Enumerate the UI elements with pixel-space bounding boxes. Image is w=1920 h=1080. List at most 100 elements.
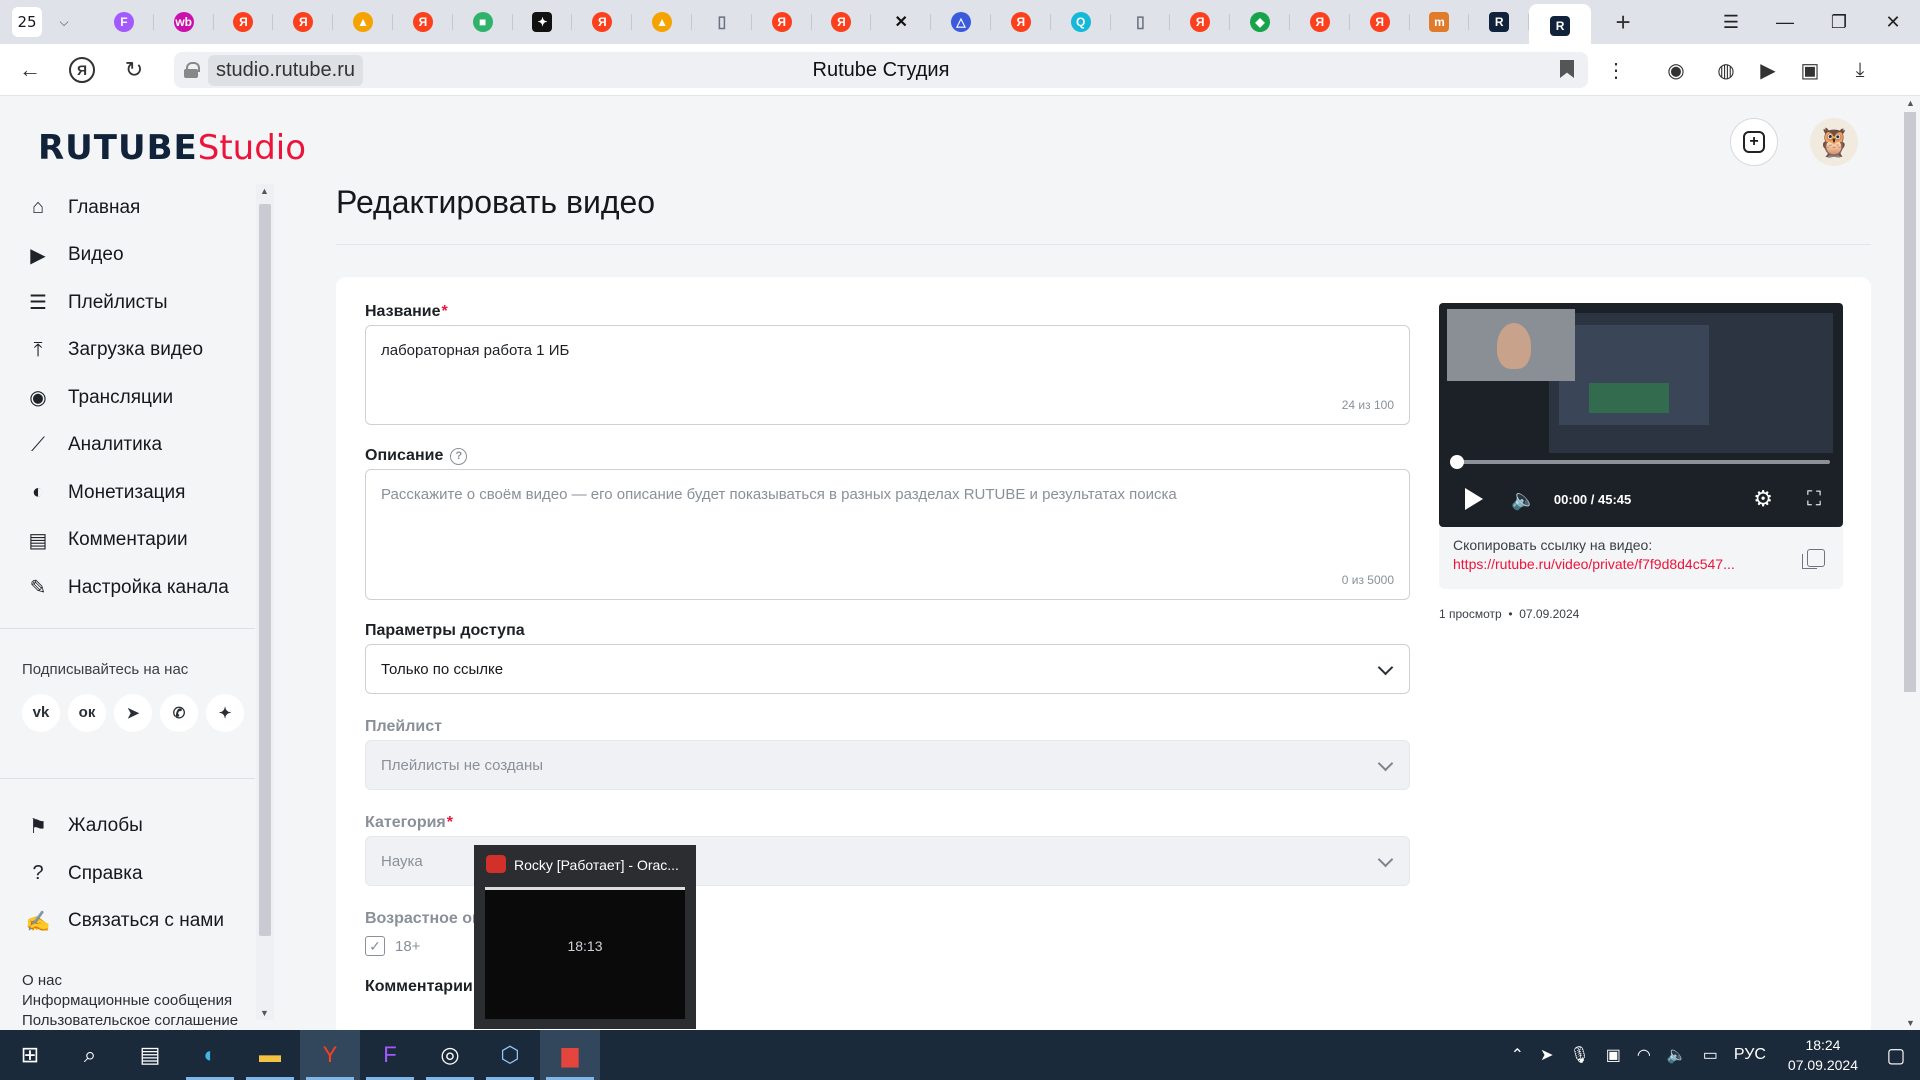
lock-icon[interactable]: [184, 62, 200, 78]
browser-tab[interactable]: ◆: [1230, 4, 1290, 40]
windows-start-icon[interactable]: ⊞: [0, 1030, 60, 1080]
scroll-down-icon[interactable]: ▼: [1906, 1018, 1915, 1028]
sidebar-item[interactable]: ◉ Трансляции: [0, 374, 256, 422]
page-scrollbar[interactable]: ▲ ▼: [1900, 96, 1920, 1030]
search-icon[interactable]: ⌕: [60, 1030, 120, 1080]
browser-tab[interactable]: ✕: [871, 4, 931, 40]
microphone-icon[interactable]: 🎙: [1569, 1045, 1589, 1065]
planet-icon[interactable]: ◍: [1706, 58, 1746, 83]
browser-tab[interactable]: wb: [154, 4, 214, 40]
virtualbox-icon[interactable]: ⬡: [480, 1030, 540, 1080]
browser-tab[interactable]: Я: [991, 4, 1051, 40]
preview-thumbnail[interactable]: 18:13: [485, 887, 685, 1019]
browser-tab[interactable]: F: [94, 4, 154, 40]
copy-icon[interactable]: [1802, 549, 1825, 569]
browser-tab[interactable]: ■: [453, 4, 513, 40]
video-link[interactable]: https://rutube.ru/video/private/f7f9d8d4…: [1453, 556, 1787, 572]
page-scrollbar-thumb[interactable]: [1904, 112, 1916, 692]
description-placeholder[interactable]: Расскажите о своём видео — его описание …: [381, 486, 1177, 503]
yandex-button[interactable]: Я: [60, 50, 104, 90]
maximize-button[interactable]: ❐: [1812, 12, 1866, 33]
footer-link[interactable]: Информационные сообщения: [22, 991, 256, 1011]
play-icon[interactable]: [1465, 488, 1483, 510]
language-indicator[interactable]: РУС: [1734, 1046, 1766, 1064]
browser-tab[interactable]: Q: [1051, 4, 1111, 40]
sidebar-item[interactable]: ◐ Монетизация: [0, 469, 256, 517]
taskbar-window-preview[interactable]: Rocky [Работает] - Orac... 18:13: [474, 845, 696, 1029]
viber-icon[interactable]: ✆: [160, 693, 198, 732]
new-tab-button[interactable]: +: [1605, 4, 1641, 40]
browser-tab[interactable]: Я: [812, 4, 872, 40]
browser-tab[interactable]: ▯: [1111, 4, 1171, 40]
browser-tab[interactable]: △: [931, 4, 991, 40]
lightbulb-icon[interactable]: ◉: [1656, 58, 1696, 83]
sidebar-item[interactable]: ▤ Комментарии: [0, 517, 256, 565]
video-progress-bar[interactable]: [1450, 455, 1830, 469]
browser-tab[interactable]: Я: [752, 4, 812, 40]
browser-tab[interactable]: Я: [273, 4, 333, 40]
fullscreen-icon[interactable]: ⛶: [1807, 488, 1821, 511]
access-select[interactable]: Только по ссылке: [365, 644, 1410, 694]
browser-tab[interactable]: Я: [1350, 4, 1410, 40]
playlist-select[interactable]: Плейлисты не созданы: [365, 740, 1410, 790]
back-button[interactable]: ←: [8, 50, 52, 90]
rocky-vm-icon[interactable]: ▆: [540, 1030, 600, 1080]
sidebar-scrollbar[interactable]: ▲ ▼: [256, 184, 274, 1020]
sidebar-scrollbar-thumb[interactable]: [259, 204, 271, 936]
battery-icon[interactable]: ▭: [1703, 1045, 1718, 1065]
download-icon[interactable]: ⤓: [1840, 59, 1880, 82]
telegram-icon[interactable]: ➤: [114, 693, 152, 732]
telegram-icon[interactable]: ➤: [1540, 1045, 1553, 1065]
browser-tab[interactable]: Я: [214, 4, 274, 40]
dzen-icon[interactable]: ✦: [206, 693, 244, 732]
browser-tab[interactable]: ▲: [632, 4, 692, 40]
collections-icon[interactable]: ▣: [1790, 58, 1830, 83]
chevron-up-icon[interactable]: ⌃: [1511, 1045, 1524, 1065]
browser-tab[interactable]: ✦: [513, 4, 573, 40]
description-field[interactable]: Расскажите о своём видео — его описание …: [365, 469, 1410, 600]
sidebar-item[interactable]: ⟋ Аналитика: [0, 422, 256, 470]
video-player[interactable]: 🔈 00:00 / 45:45 ⚙ ⛶: [1439, 303, 1843, 527]
odnoklassniki-icon[interactable]: ок: [68, 693, 106, 732]
clock[interactable]: 18:24 07.09.2024: [1788, 1035, 1858, 1075]
browser-tab[interactable]: ▯: [692, 4, 752, 40]
screen-share-icon[interactable]: ▣: [1606, 1045, 1621, 1065]
browser-tab[interactable]: ▲: [333, 4, 393, 40]
more-menu-icon[interactable]: ⋮: [1596, 58, 1636, 83]
figma-icon[interactable]: F: [360, 1030, 420, 1080]
sidebar-item[interactable]: ✍ Связаться с нами: [0, 898, 256, 946]
browser-tab[interactable]: m: [1410, 4, 1470, 40]
bookmark-icon[interactable]: [1560, 60, 1574, 78]
volume-icon[interactable]: 🔈: [1511, 487, 1536, 512]
create-button[interactable]: +: [1730, 118, 1778, 166]
scroll-up-icon[interactable]: ▲: [260, 186, 269, 196]
tab-counter-button[interactable]: 25: [12, 7, 42, 37]
reload-button[interactable]: ↻: [112, 50, 156, 90]
footer-link[interactable]: Пользовательское соглашение: [22, 1011, 256, 1031]
title-value[interactable]: лабораторная работа 1 ИБ: [381, 342, 569, 359]
url-field[interactable]: studio.rutube.ru Rutube Студия: [174, 52, 1588, 88]
close-button[interactable]: ✕: [1866, 12, 1920, 33]
yandex-browser-icon[interactable]: Y: [300, 1030, 360, 1080]
speaker-icon[interactable]: 🔈: [1667, 1045, 1687, 1065]
sidebar-item[interactable]: ▶ Видео: [0, 232, 256, 280]
file-explorer-icon[interactable]: ▬: [240, 1030, 300, 1080]
notifications-icon[interactable]: ▢: [1872, 1043, 1920, 1068]
rutube-studio-logo[interactable]: RUTUBEStudio: [38, 128, 306, 168]
browser-tab[interactable]: R: [1469, 4, 1529, 40]
browser-tab[interactable]: Я: [1290, 4, 1350, 40]
sidebar-item[interactable]: ? Справка: [0, 850, 256, 898]
age-18-checkbox[interactable]: ✓: [365, 936, 385, 956]
video-player-icon[interactable]: ▶: [1748, 58, 1788, 83]
url-text[interactable]: studio.rutube.ru: [208, 54, 363, 86]
sidebar-item[interactable]: ⚑ Жалобы: [0, 803, 256, 851]
vk-icon[interactable]: vk: [22, 693, 60, 732]
browser-tab[interactable]: Я: [393, 4, 453, 40]
sidebar-item[interactable]: ✎ Настройка канала: [0, 564, 256, 612]
footer-link[interactable]: О нас: [22, 971, 256, 991]
minimize-button[interactable]: —: [1758, 12, 1812, 33]
chevron-down-icon[interactable]: ⌵: [52, 7, 76, 37]
video-progress-knob[interactable]: [1450, 455, 1464, 469]
browser-tab[interactable]: Я: [1170, 4, 1230, 40]
gear-icon[interactable]: ⚙: [1753, 486, 1773, 512]
